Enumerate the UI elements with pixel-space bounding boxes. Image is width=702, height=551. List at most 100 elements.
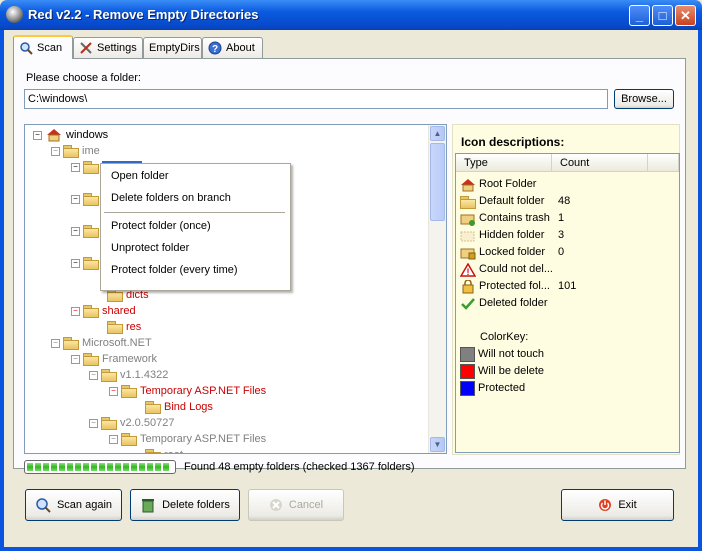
maximize-button[interactable]: □ (652, 5, 673, 26)
scroll-down-icon[interactable]: ▼ (430, 437, 445, 452)
tree-node[interactable]: Bind Logs (145, 399, 213, 415)
tab-label: About (226, 42, 255, 54)
color-swatch (460, 381, 475, 396)
scroll-thumb[interactable] (430, 143, 445, 221)
progress-bar (24, 460, 176, 474)
collapse-icon: − (71, 306, 80, 316)
folder-icon (83, 193, 99, 206)
column-header-empty (648, 154, 679, 172)
list-item[interactable]: ! Could not del... (460, 261, 553, 278)
tree-node-root[interactable]: − windows (33, 127, 108, 143)
icon-descriptions-panel: Icon descriptions: Type Count Root Folde… (452, 124, 680, 455)
menu-item-delete-branch[interactable]: Delete folders on branch (111, 189, 231, 207)
tree-node[interactable]: − Temporary ASP.NET Files (109, 383, 266, 399)
item-label: Hidden folder (479, 229, 545, 241)
tools-icon (80, 42, 92, 54)
tab-about[interactable]: ? About (202, 37, 263, 58)
progress-segment (115, 463, 121, 471)
collapse-icon: − (89, 370, 98, 380)
tree-node-label: root (164, 447, 183, 453)
tree-node[interactable]: − v1.1.4322 (89, 367, 168, 383)
item-label: Locked folder (479, 246, 546, 258)
help-icon: ? (208, 41, 222, 55)
menu-item-open-folder[interactable]: Open folder (111, 167, 168, 185)
folder-icon (101, 417, 117, 430)
collapse-icon: − (71, 258, 80, 268)
trash-icon (142, 499, 155, 513)
button-label: Exit (618, 499, 637, 511)
scan-again-button[interactable]: Scan again (25, 489, 122, 521)
tree-node-label: Microsoft.NET (82, 337, 152, 349)
tree-node[interactable]: res (107, 319, 141, 335)
title-bar[interactable]: Red v2.2 - Remove Empty Directories _ □ … (0, 0, 702, 30)
tree-node[interactable]: − Microsoft.NET (51, 335, 152, 351)
tab-scan[interactable]: Scan (13, 35, 73, 59)
button-label: Scan again (56, 499, 113, 511)
tree-node[interactable]: − (71, 255, 99, 271)
tab-settings[interactable]: Settings (73, 37, 143, 58)
svg-text:?: ? (212, 44, 218, 55)
folder-icon (145, 449, 161, 453)
menu-item-protect-always[interactable]: Protect folder (every time) (111, 261, 238, 279)
folder-icon (83, 353, 99, 366)
hidden-folder-icon (460, 231, 475, 241)
tree-scrollbar[interactable]: ▲ ▼ (428, 125, 446, 453)
locked-folder-icon (460, 248, 476, 259)
progress-segment (147, 463, 153, 471)
trash-folder-icon (460, 214, 475, 226)
tree-node[interactable]: root (145, 447, 183, 453)
collapse-icon: − (109, 386, 118, 396)
folder-icon (83, 257, 99, 270)
progress-segment (139, 463, 145, 471)
item-count: 48 (558, 195, 571, 207)
root-folder-icon (47, 129, 61, 142)
list-item[interactable]: Contains trash (460, 210, 550, 227)
progress-segment (123, 463, 129, 471)
colorkey-label: Protected (478, 382, 526, 394)
checkmark-icon (461, 297, 475, 310)
menu-item-protect-once[interactable]: Protect folder (once) (111, 217, 211, 235)
list-item[interactable]: Default folder (460, 193, 544, 210)
icon-list[interactable]: Type Count Root Folder Default folder Co… (455, 153, 680, 453)
tree-node[interactable]: − Framework (71, 351, 157, 367)
progress-segment (83, 463, 89, 471)
tab-emptydirs[interactable]: EmptyDirs (143, 37, 202, 58)
tree-node-label: Temporary ASP.NET Files (140, 385, 267, 397)
tab-label: Scan (37, 42, 63, 54)
progress-segment (75, 463, 81, 471)
list-item[interactable]: Locked folder (460, 244, 545, 261)
exit-button[interactable]: Exit (561, 489, 674, 521)
scroll-up-icon[interactable]: ▲ (430, 126, 445, 141)
column-header-count[interactable]: Count (552, 154, 648, 172)
menu-item-unprotect[interactable]: Unprotect folder (111, 239, 189, 257)
tree-node[interactable]: − v2.0.50727 (89, 415, 174, 431)
tree-node[interactable]: − shared (71, 303, 136, 319)
collapse-icon: − (71, 194, 80, 204)
tree-node[interactable]: − ime (51, 143, 100, 159)
minimize-button[interactable]: _ (629, 5, 650, 26)
magnifier-icon (20, 42, 33, 55)
folder-path-input[interactable] (24, 89, 608, 109)
delete-folders-button[interactable]: Delete folders (130, 489, 240, 521)
tab-label: EmptyDirs (149, 42, 200, 54)
tree-node[interactable]: − (71, 223, 99, 239)
folder-icon (63, 337, 79, 350)
tree-node[interactable]: − Temporary ASP.NET Files (109, 431, 266, 447)
browse-button[interactable]: Browse... (614, 89, 674, 109)
item-label: Could not del... (479, 263, 553, 275)
column-header-type[interactable]: Type (456, 154, 552, 172)
list-item[interactable]: Protected fol... (460, 278, 550, 295)
list-item[interactable]: Deleted folder (460, 295, 548, 312)
list-item[interactable]: Hidden folder (460, 227, 544, 244)
tree-node[interactable]: − (71, 191, 99, 207)
item-label: Default folder (479, 195, 545, 207)
item-count: 101 (558, 280, 577, 292)
folder-icon (83, 161, 99, 174)
collapse-icon: − (109, 434, 118, 444)
tree-node-label: Framework (102, 353, 158, 365)
folder-icon (121, 385, 137, 398)
list-item[interactable]: Root Folder (460, 176, 536, 193)
folder-icon (107, 321, 123, 334)
cancel-button[interactable]: Cancel (248, 489, 344, 521)
close-button[interactable]: ✕ (675, 5, 696, 26)
